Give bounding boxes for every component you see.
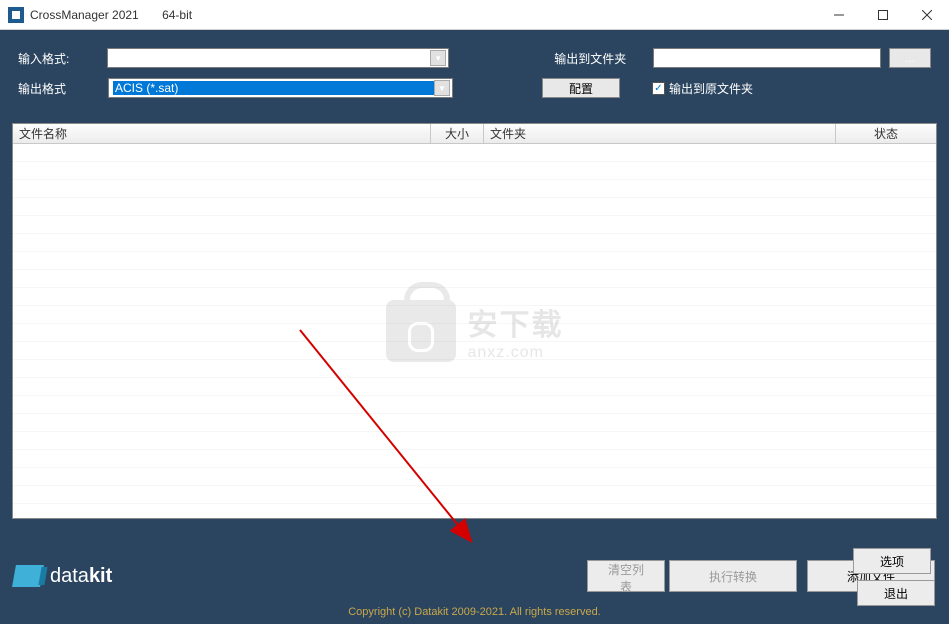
logo-text: datakit (50, 565, 112, 588)
minimize-button[interactable] (817, 0, 861, 30)
close-button[interactable] (905, 0, 949, 30)
input-format-combo[interactable]: ACIS (*.sat;*.asat;*.sab;*.asab) ▼ (107, 48, 449, 68)
app-arch: 64-bit (162, 8, 192, 22)
app-icon (8, 7, 24, 23)
titlebar-text: CrossManager 2021 64-bit (30, 8, 192, 22)
table-header: 文件名称 大小 文件夹 状态 (13, 124, 936, 144)
logo-icon (12, 565, 44, 587)
same-folder-checkbox[interactable]: ✓ 输出到原文件夹 (652, 80, 753, 97)
output-format-label: 输出格式 (18, 80, 108, 97)
app-name: CrossManager 2021 (30, 8, 139, 22)
side-buttons: 选项 退出 (853, 548, 935, 606)
input-format-value: ACIS (*.sat;*.asat;*.sab;*.asab) (112, 51, 430, 65)
column-status[interactable]: 状态 (836, 124, 936, 143)
output-folder-input[interactable] (653, 48, 881, 68)
dropdown-arrow-icon: ▼ (430, 50, 446, 66)
column-name[interactable]: 文件名称 (13, 124, 431, 143)
watermark-cn: 安下载 (468, 300, 564, 344)
column-size[interactable]: 大小 (431, 124, 484, 143)
dropdown-arrow-icon: ▼ (434, 80, 450, 96)
checkbox-icon: ✓ (652, 82, 665, 95)
watermark-bag-icon (386, 300, 456, 362)
window-controls (817, 0, 949, 30)
copyright: Copyright (c) Datakit 2009-2021. All rig… (0, 606, 949, 618)
titlebar: CrossManager 2021 64-bit (0, 0, 949, 30)
file-table: 文件名称 大小 文件夹 状态 安下载 anxz.com (12, 123, 937, 519)
input-format-label: 输入格式: (18, 50, 107, 67)
column-folder[interactable]: 文件夹 (484, 124, 836, 143)
browse-button[interactable]: ... (889, 48, 931, 68)
watermark: 安下载 anxz.com (386, 300, 564, 362)
logo: datakit (14, 565, 112, 588)
same-folder-label: 输出到原文件夹 (669, 80, 753, 97)
output-folder-label: 输出到文件夹 (554, 50, 653, 67)
config-button[interactable]: 配置 (542, 78, 620, 98)
exit-button[interactable]: 退出 (857, 580, 935, 606)
table-body[interactable]: 安下载 anxz.com (13, 144, 936, 518)
bottom-bar: datakit 清空列表 执行转换 添加文件 选项 退出 Copyright (… (0, 548, 949, 624)
filter-panel: 输入格式: ACIS (*.sat;*.asat;*.sab;*.asab) ▼… (0, 30, 949, 118)
maximize-button[interactable] (861, 0, 905, 30)
options-button[interactable]: 选项 (853, 548, 931, 574)
execute-convert-button[interactable]: 执行转换 (669, 560, 797, 592)
clear-list-button[interactable]: 清空列表 (587, 560, 665, 592)
watermark-en: anxz.com (468, 344, 564, 362)
output-format-value: ACIS (*.sat) (113, 81, 434, 95)
output-format-combo[interactable]: ACIS (*.sat) ▼ (108, 78, 453, 98)
